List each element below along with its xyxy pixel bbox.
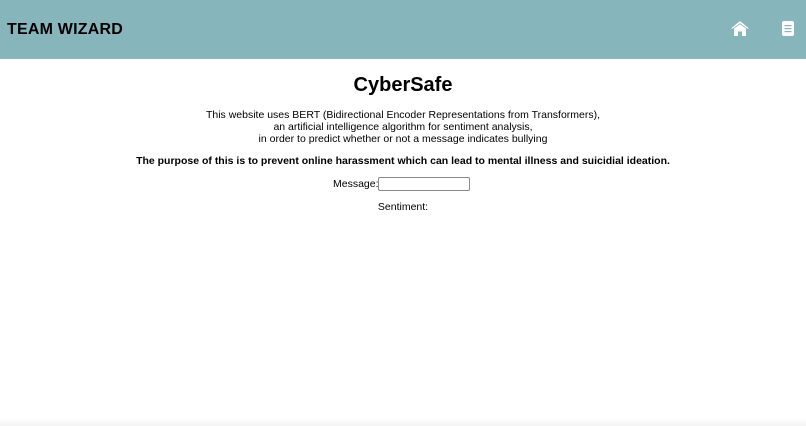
- brand-name[interactable]: TEAM WIZARD: [7, 20, 123, 40]
- main-content: CyberSafe This website uses BERT (Bidire…: [0, 59, 806, 419]
- home-icon: [731, 21, 749, 36]
- description-line: This website uses BERT (Bidirectional En…: [205, 109, 601, 121]
- purpose-statement: The purpose of this is to prevent online…: [136, 155, 670, 167]
- description: This website uses BERT (Bidirectional En…: [0, 109, 806, 145]
- message-input[interactable]: [378, 177, 470, 191]
- description-line: an artificial intelligence algorithm for…: [273, 121, 533, 133]
- document-button[interactable]: [777, 18, 799, 40]
- document-icon: [782, 21, 794, 36]
- sentiment-label: Sentiment:: [377, 201, 429, 213]
- top-nav-bar: TEAM WIZARD: [0, 0, 806, 59]
- message-row: Message:: [0, 176, 806, 192]
- message-label: Message:: [333, 178, 379, 190]
- description-line: in order to predict whether or not a mes…: [258, 133, 548, 145]
- bottom-edge-shade: [0, 419, 806, 426]
- page-title: CyberSafe: [353, 74, 453, 96]
- home-button[interactable]: [729, 18, 751, 40]
